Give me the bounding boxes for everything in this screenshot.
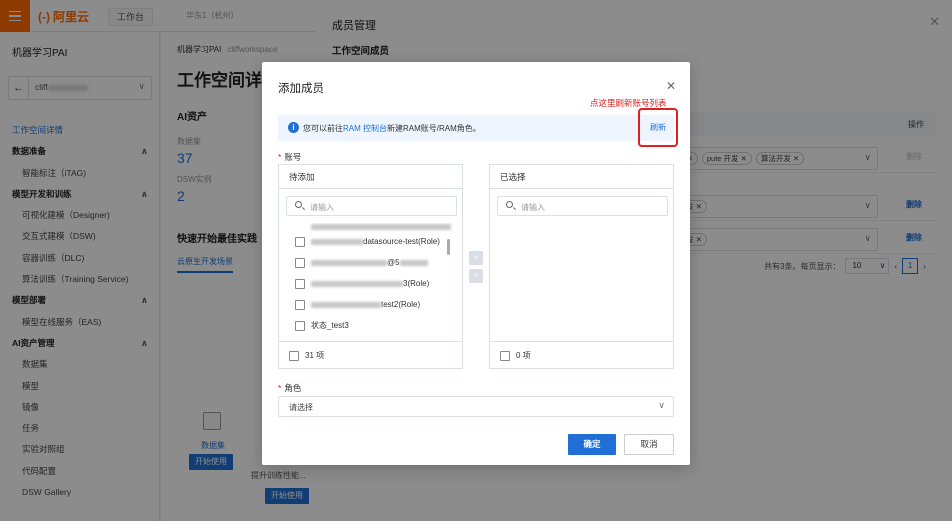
list-item[interactable]: 状态_test3 xyxy=(279,315,462,336)
checkbox[interactable] xyxy=(295,257,305,268)
list-item xyxy=(279,223,462,231)
source-search-input[interactable]: 请输入 xyxy=(286,196,457,216)
account-label: * 账号 xyxy=(278,152,302,162)
list-item[interactable]: 3(Role) xyxy=(279,273,462,294)
move-right-button[interactable]: > xyxy=(469,251,483,265)
close-icon[interactable]: ✕ xyxy=(666,79,676,93)
source-list[interactable]: datasource-test(Role) @5 3(Role) test2(R… xyxy=(279,223,462,339)
search-icon xyxy=(295,201,302,208)
confirm-button[interactable]: 确定 xyxy=(568,434,616,455)
role-label: * 角色 xyxy=(278,383,302,393)
source-panel-title: 待添加 xyxy=(279,165,462,189)
transfer-target-panel: 已选择 请输入 0 项 xyxy=(489,164,674,369)
info-banner: i 您可以前往RAM 控制台新建RAM账号/RAM角色。 xyxy=(278,115,674,141)
select-all-checkbox[interactable] xyxy=(500,350,510,361)
transfer-source-panel: 待添加 请输入 datasource-test(Role) @5 3(Role)… xyxy=(278,164,463,369)
cancel-button[interactable]: 取消 xyxy=(624,434,674,455)
list-item[interactable]: @5 xyxy=(279,252,462,273)
checkbox[interactable] xyxy=(295,236,305,247)
move-left-button[interactable]: < xyxy=(469,269,483,283)
refresh-link[interactable]: 刷新 xyxy=(650,122,666,133)
add-member-dialog: 添加成员 ✕ 点这里刷新账号列表 i 您可以前往RAM 控制台新建RAM账号/R… xyxy=(262,62,690,465)
target-panel-title: 已选择 xyxy=(490,165,673,189)
ram-console-link[interactable]: RAM 控制台 xyxy=(343,124,387,133)
select-all-checkbox[interactable] xyxy=(289,350,299,361)
checkbox[interactable] xyxy=(295,299,305,310)
list-item[interactable]: test2(Role) xyxy=(279,294,462,315)
role-select[interactable]: 请选择 ∨ xyxy=(278,396,674,417)
checkbox[interactable] xyxy=(295,320,305,331)
scrollbar[interactable] xyxy=(447,239,450,255)
checkbox[interactable] xyxy=(295,278,305,289)
chevron-down-icon: ∨ xyxy=(658,400,665,410)
list-item[interactable]: datasource-test(Role) xyxy=(279,231,462,252)
info-icon: i xyxy=(288,122,299,133)
search-icon xyxy=(506,201,513,208)
target-search-input[interactable]: 请输入 xyxy=(497,196,668,216)
target-footer: 0 项 xyxy=(490,341,673,368)
dialog-title: 添加成员 xyxy=(278,83,324,95)
refresh-highlight: 刷新 xyxy=(638,108,678,147)
source-footer: 31 项 xyxy=(279,341,462,368)
transfer-buttons: > < xyxy=(469,251,483,287)
